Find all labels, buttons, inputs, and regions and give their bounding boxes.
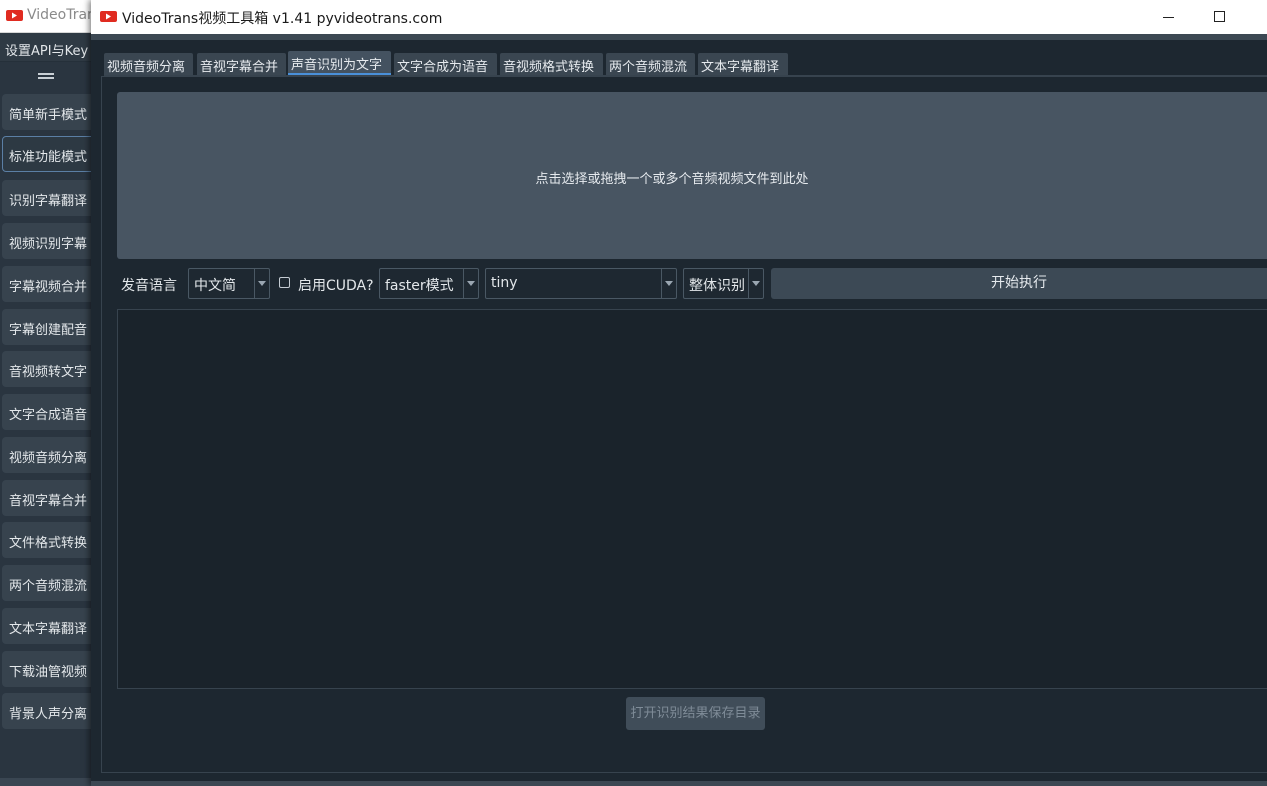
sidebar-item-av-subtitle-merge[interactable]: 音视字幕合并 xyxy=(2,480,98,516)
result-text-area[interactable] xyxy=(117,309,1267,689)
sidebar-item-text-to-speech[interactable]: 文字合成语音 xyxy=(2,394,98,430)
background-titlebar[interactable]: VideoTran xyxy=(0,0,100,33)
language-select[interactable]: 中文简 xyxy=(188,268,270,299)
maximize-button[interactable] xyxy=(1205,8,1239,28)
open-output-dir-button[interactable]: 打开识别结果保存目录 xyxy=(626,697,765,730)
minimize-button[interactable] xyxy=(1152,8,1186,28)
sidebar-toggle-icon[interactable] xyxy=(38,73,54,79)
sidebar-item-recognize-translate[interactable]: 识别字幕翻译 xyxy=(2,180,98,216)
cuda-label: 启用CUDA? xyxy=(298,278,374,294)
app-logo-icon xyxy=(6,10,23,21)
sidebar-item-text-subtitle-translate[interactable]: 文本字幕翻译 xyxy=(2,608,98,644)
toolbox-window: VideoTrans视频工具箱 v1.41 pyvideotrans.com 视… xyxy=(91,0,1267,786)
tab-speech-to-text[interactable]: 声音识别为文字 xyxy=(288,51,391,75)
chevron-down-icon xyxy=(463,269,478,298)
tab-text-to-speech[interactable]: 文字合成为语音 xyxy=(394,53,497,75)
menu-set-api-key-label: 设置API与Key xyxy=(5,44,89,59)
sidebar-item-subtitle-dubbing[interactable]: 字幕创建配音 xyxy=(2,309,98,345)
split-mode-select-value: 整体识别 xyxy=(689,278,745,294)
window-bottom-bar xyxy=(91,781,1267,786)
sidebar-bottom-bar xyxy=(0,778,92,786)
sidebar-item-download-youtube[interactable]: 下载油管视频 xyxy=(2,651,98,687)
sidebar-item-av-to-text[interactable]: 音视频转文字 xyxy=(2,351,98,387)
mode-select-value: faster模式 xyxy=(385,278,454,294)
model-select[interactable]: tiny xyxy=(485,268,677,299)
menu-set-api-key[interactable]: 设置API与Key xyxy=(0,33,100,61)
sidebar-item-format-convert[interactable]: 文件格式转换 xyxy=(2,522,98,558)
chevron-down-icon xyxy=(254,269,269,298)
model-select-value: tiny xyxy=(491,275,518,291)
tab-av-subtitle-merge[interactable]: 音视字幕合并 xyxy=(197,53,286,75)
window-title: VideoTrans视频工具箱 v1.41 pyvideotrans.com xyxy=(122,11,443,27)
chevron-down-icon xyxy=(748,269,763,298)
start-button[interactable]: 开始执行 xyxy=(771,268,1267,299)
tab-video-audio-split[interactable]: 视频音频分离 xyxy=(104,53,193,75)
sidebar-item-standard-mode[interactable]: 标准功能模式 xyxy=(2,136,98,172)
background-window: VideoTran 设置API与Key 简单新手模式 标准功能模式 识别字幕翻译… xyxy=(0,0,100,786)
language-select-value: 中文简 xyxy=(194,278,236,294)
sidebar-item-audio-mix[interactable]: 两个音频混流 xyxy=(2,565,98,601)
split-mode-select[interactable]: 整体识别 xyxy=(683,268,764,299)
checkbox-icon[interactable] xyxy=(279,277,290,288)
language-label: 发音语言 xyxy=(121,278,177,294)
tab-text-subtitle-translate[interactable]: 文本字幕翻译 xyxy=(698,53,788,75)
sidebar-item-vocal-separation[interactable]: 背景人声分离 xyxy=(2,693,98,729)
sidebar-item-simple-mode[interactable]: 简单新手模式 xyxy=(2,94,98,130)
sidebar-item-subtitle-video-merge[interactable]: 字幕视频合并 xyxy=(2,266,98,302)
app-logo-icon xyxy=(100,11,117,22)
sidebar-item-video-subtitles[interactable]: 视频识别字幕 xyxy=(2,223,98,259)
mode-select[interactable]: faster模式 xyxy=(379,268,479,299)
file-drop-zone[interactable]: 点击选择或拖拽一个或多个音频视频文件到此处 xyxy=(117,92,1267,259)
menu-strip xyxy=(91,34,1267,40)
tab-format-convert[interactable]: 音视频格式转换 xyxy=(500,53,603,75)
drop-zone-hint: 点击选择或拖拽一个或多个音频视频文件到此处 xyxy=(535,172,809,187)
background-window-title: VideoTran xyxy=(27,7,96,23)
tab-divider xyxy=(104,75,1267,76)
chevron-down-icon xyxy=(661,269,676,298)
sidebar: 简单新手模式 标准功能模式 识别字幕翻译 视频识别字幕 字幕视频合并 字幕创建配… xyxy=(0,62,98,786)
titlebar[interactable]: VideoTrans视频工具箱 v1.41 pyvideotrans.com xyxy=(91,0,1267,34)
tab-audio-mix[interactable]: 两个音频混流 xyxy=(606,53,695,75)
sidebar-item-video-audio-split[interactable]: 视频音频分离 xyxy=(2,437,98,473)
